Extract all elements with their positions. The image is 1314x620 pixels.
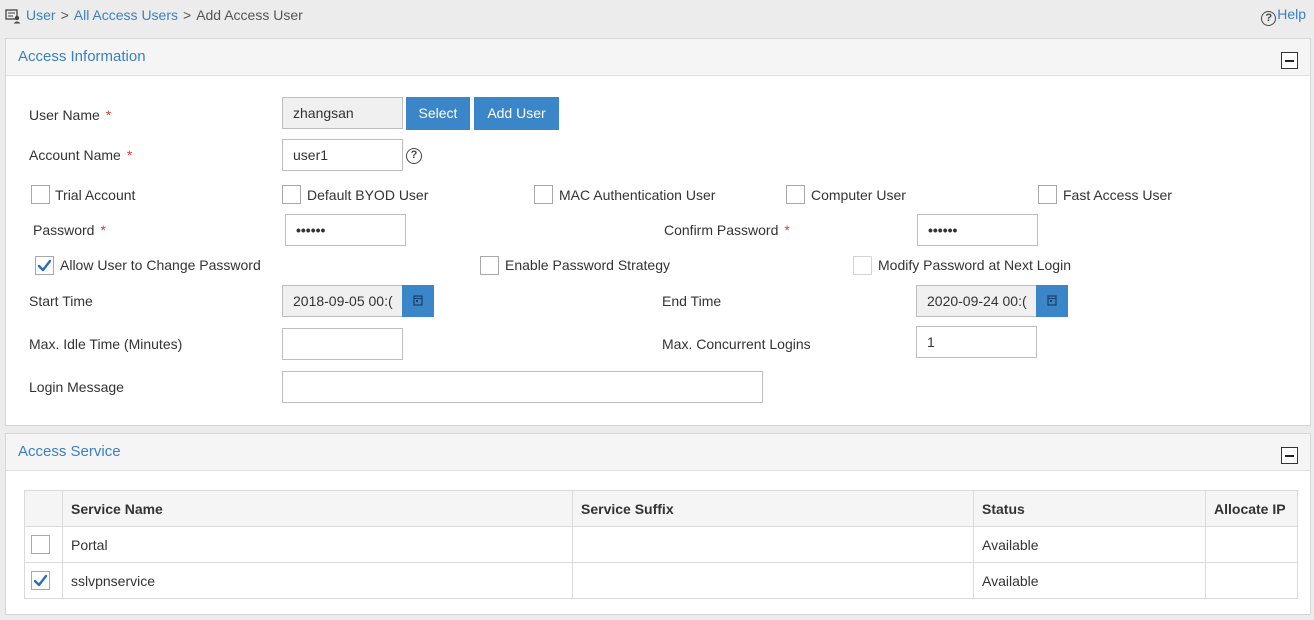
panel-title: Access Service <box>18 443 121 460</box>
question-circle-icon[interactable]: ? <box>406 148 422 164</box>
table-row: sslvpnservice Available <box>24 562 1298 599</box>
max-idle-time-label: Max. Idle Time (Minutes) <box>29 336 183 352</box>
select-column-header <box>24 490 63 527</box>
account-name-input[interactable]: user1 <box>282 139 403 171</box>
enable-password-strategy-label: Enable Password Strategy <box>505 257 670 273</box>
end-time-input[interactable]: 2020-09-24 00:( <box>916 285 1037 317</box>
table-row: Portal Available <box>24 526 1298 563</box>
table-header-row: Service Name Service Suffix Status Alloc… <box>24 490 1298 527</box>
computer-user-checkbox[interactable] <box>786 185 805 204</box>
service-suffix-cell <box>572 526 974 563</box>
access-service-panel: Access Service Service Name Service Suff… <box>5 433 1311 615</box>
start-time-label: Start Time <box>29 293 93 309</box>
panel-header: Access Information <box>6 39 1310 76</box>
account-name-label: Account Name * <box>29 147 133 163</box>
login-message-input[interactable] <box>282 371 763 403</box>
fast-access-user-label: Fast Access User <box>1063 187 1172 203</box>
service-suffix-column-header: Service Suffix <box>572 490 974 527</box>
login-message-label: Login Message <box>29 379 124 395</box>
confirm-password-input[interactable]: •••••• <box>917 214 1038 246</box>
service-name-cell: sslvpnservice <box>62 562 573 599</box>
trial-account-checkbox[interactable] <box>31 185 50 204</box>
end-time-label: End Time <box>662 293 722 309</box>
user-list-icon <box>5 8 21 24</box>
checkmark-icon <box>33 574 48 587</box>
mac-authentication-user-label: MAC Authentication User <box>559 187 716 203</box>
add-user-button[interactable]: Add User <box>474 97 559 130</box>
panel-title: Access Information <box>18 48 146 65</box>
breadcrumb-link-user[interactable]: User <box>26 7 56 23</box>
allow-change-password-label: Allow User to Change Password <box>60 257 261 273</box>
start-time-input[interactable]: 2018-09-05 00:( <box>282 285 403 317</box>
access-information-panel: Access Information User Name * zhangsan S… <box>5 38 1311 426</box>
password-input[interactable]: •••••• <box>285 214 406 246</box>
breadcrumb-bar: User > All Access Users > Add Access User ? H… <box>0 0 1314 32</box>
max-concurrent-logins-input[interactable]: 1 <box>916 326 1037 358</box>
trial-account-label: Trial Account <box>55 187 136 203</box>
allow-change-password-checkbox[interactable] <box>35 256 54 275</box>
password-label: Password * <box>33 222 106 238</box>
mac-authentication-user-checkbox[interactable] <box>534 185 553 204</box>
breadcrumb-link-all-access-users[interactable]: All Access Users <box>74 7 178 23</box>
start-time-calendar-button[interactable] <box>402 285 434 317</box>
end-time-calendar-button[interactable] <box>1036 285 1068 317</box>
enable-password-strategy-checkbox[interactable] <box>480 256 499 275</box>
select-button[interactable]: Select <box>406 97 470 130</box>
allocate-ip-cell <box>1205 526 1298 563</box>
computer-user-label: Computer User <box>811 187 906 203</box>
modify-password-next-login-label: Modify Password at Next Login <box>878 257 1071 273</box>
allocate-ip-cell <box>1205 562 1298 599</box>
default-byod-user-checkbox[interactable] <box>282 185 301 204</box>
user-name-input[interactable]: zhangsan <box>282 97 403 129</box>
max-concurrent-logins-label: Max. Concurrent Logins <box>662 336 811 352</box>
question-circle-icon: ? <box>1261 11 1277 26</box>
help-link[interactable]: ? Help <box>1261 6 1306 26</box>
status-column-header: Status <box>973 490 1206 527</box>
modify-password-next-login-checkbox[interactable] <box>853 256 872 275</box>
allocate-ip-column-header: Allocate IP <box>1205 490 1298 527</box>
service-name-column-header: Service Name <box>62 490 573 527</box>
row-checkbox[interactable] <box>31 571 50 590</box>
calendar-icon <box>1047 295 1057 306</box>
collapse-button[interactable] <box>1281 52 1298 69</box>
calendar-icon <box>413 295 423 306</box>
status-cell: Available <box>973 562 1206 599</box>
service-name-cell: Portal <box>62 526 573 563</box>
collapse-button[interactable] <box>1281 447 1298 464</box>
confirm-password-label: Confirm Password * <box>664 222 790 238</box>
fast-access-user-checkbox[interactable] <box>1038 185 1057 204</box>
service-suffix-cell <box>572 562 974 599</box>
breadcrumb: User > All Access Users > Add Access User <box>26 7 303 23</box>
default-byod-user-label: Default BYOD User <box>307 187 429 203</box>
row-checkbox[interactable] <box>31 535 50 554</box>
user-name-label: User Name * <box>29 107 112 123</box>
checkmark-icon <box>37 259 52 272</box>
panel-header: Access Service <box>6 434 1310 471</box>
service-table: Service Name Service Suffix Status Alloc… <box>24 490 1298 599</box>
breadcrumb-current: Add Access User <box>196 7 303 23</box>
max-idle-time-input[interactable] <box>282 328 403 360</box>
status-cell: Available <box>973 526 1206 563</box>
